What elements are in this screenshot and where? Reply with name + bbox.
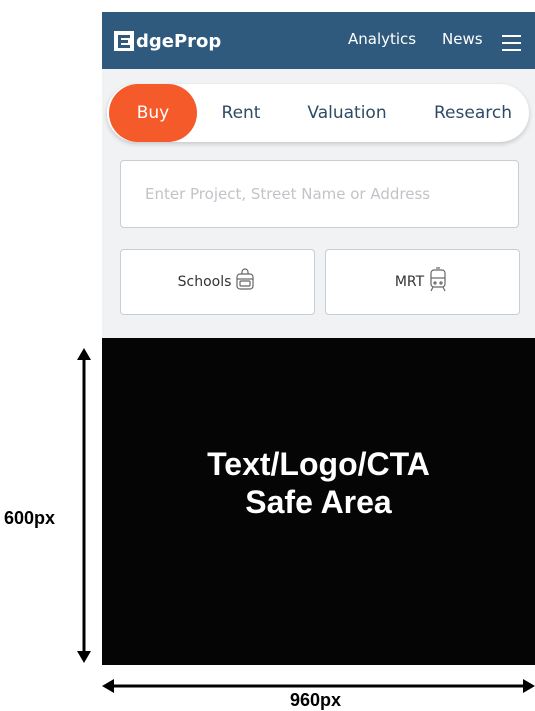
tab-rent[interactable]: Rent bbox=[211, 84, 271, 142]
backpack-icon bbox=[231, 268, 257, 296]
schools-label: Schools bbox=[177, 274, 232, 290]
height-dimension-label: 600px bbox=[4, 508, 56, 528]
edgeprop-logo[interactable]: dgeProp bbox=[114, 28, 221, 54]
width-dimension-label: 960px bbox=[290, 690, 342, 710]
mobile-page: dgeProp Analytics News Buy Rent Valuatio… bbox=[102, 12, 535, 665]
logo-mark-icon bbox=[114, 31, 134, 51]
logo-text: dgeProp bbox=[136, 30, 222, 52]
mrt-button[interactable]: MRT bbox=[325, 249, 520, 315]
train-icon bbox=[424, 267, 450, 297]
search-mode-tabs: Buy Rent Valuation Research bbox=[107, 84, 529, 142]
hamburger-menu-icon[interactable] bbox=[502, 34, 522, 52]
schools-button[interactable]: Schools bbox=[120, 249, 315, 315]
safe-area-line-2: Safe Area bbox=[245, 484, 392, 520]
top-navigation-bar: dgeProp Analytics News bbox=[102, 12, 535, 69]
safe-area-line-1: Text/Logo/CTA bbox=[207, 446, 430, 482]
tab-buy[interactable]: Buy bbox=[109, 84, 197, 142]
annotated-mockup: dgeProp Analytics News Buy Rent Valuatio… bbox=[0, 0, 535, 711]
height-dimension-arrow bbox=[77, 348, 91, 663]
nav-link-news[interactable]: News bbox=[442, 30, 483, 48]
nav-link-analytics[interactable]: Analytics bbox=[348, 30, 416, 48]
mrt-label: MRT bbox=[394, 274, 425, 290]
tab-research[interactable]: Research bbox=[425, 84, 521, 142]
search-input[interactable] bbox=[120, 160, 519, 228]
tab-valuation[interactable]: Valuation bbox=[297, 84, 397, 142]
safe-area-caption: Text/Logo/CTA Safe Area bbox=[102, 445, 535, 521]
